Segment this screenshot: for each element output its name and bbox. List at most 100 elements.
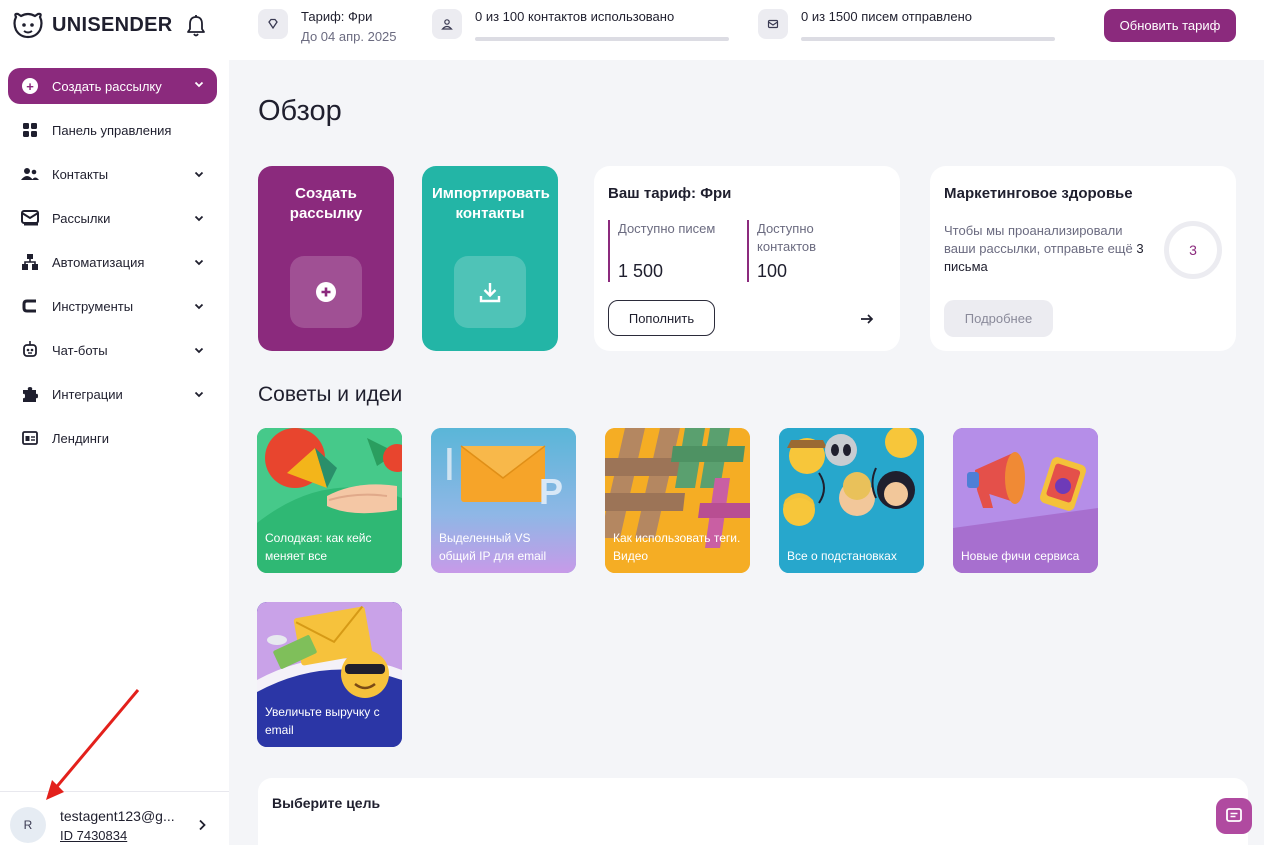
marketing-health-card: Маркетинговое здоровье Чтобы мы проанали… [930, 166, 1236, 351]
tariff-name: Тариф: Фри [301, 9, 373, 24]
contacts-usage: 0 из 100 контактов использовано [432, 9, 729, 41]
svg-text:P: P [539, 471, 563, 512]
sidebar-item-automation[interactable]: Автоматизация [8, 244, 217, 280]
chat-support-icon[interactable] [1216, 798, 1252, 834]
avatar: R [10, 807, 46, 843]
page-title: Обзор [258, 95, 342, 127]
available-emails: Доступно писем 1 500 [608, 220, 728, 282]
contacts-usage-text: 0 из 100 контактов использовано [475, 9, 675, 24]
tariff-info[interactable]: Тариф: Фри До 04 апр. 2025 [258, 9, 397, 45]
dashboard-icon [21, 121, 39, 139]
mail-icon [21, 209, 39, 227]
tip-card[interactable]: I P Выделенный VS общий IP для email [431, 428, 576, 573]
robot-icon [21, 341, 39, 359]
available-emails-value: 1 500 [618, 261, 664, 281]
sidebar-item-label: Интеграции [52, 386, 123, 402]
user-profile[interactable]: R testagent123@g... ID 7430834 [10, 805, 220, 845]
plus-icon: + [22, 78, 38, 94]
arrow-right-icon[interactable] [850, 302, 884, 336]
create-campaign-button[interactable]: + Создать рассылку [8, 68, 217, 104]
sidebar-item-campaigns[interactable]: Рассылки [8, 200, 217, 236]
chevron-down-icon [194, 303, 204, 310]
choose-goal-title: Выберите цель [272, 795, 381, 811]
tip-caption: Солодкая: как кейс меняет все [265, 531, 372, 563]
more-details-button[interactable]: Подробнее [944, 300, 1053, 337]
choose-goal-card: Выберите цель [258, 778, 1248, 845]
automation-icon [21, 253, 39, 271]
sidebar-item-integrations[interactable]: Интеграции [8, 376, 217, 412]
sidebar-item-label: Инструменты [52, 298, 134, 314]
sidebar-item-label: Автоматизация [52, 254, 145, 270]
chevron-right-icon [199, 819, 206, 831]
landing-icon [21, 429, 39, 447]
download-icon [454, 256, 526, 328]
available-contacts-label: Доступно контактов [757, 221, 817, 254]
emails-usage-text: 0 из 1500 писем отправлено [801, 9, 973, 24]
tariff-valid-until: До 04 апр. 2025 [301, 29, 397, 44]
create-campaign-card[interactable]: Создать рассылку [258, 166, 394, 351]
tip-card[interactable]: Все о подстановках [779, 428, 924, 573]
sidebar-item-label: Лендинги [52, 430, 109, 446]
health-score-ring: 3 [1164, 221, 1222, 279]
envelope-icon [758, 9, 788, 39]
import-contacts-card-label: Импортировать контакты [432, 185, 550, 222]
sidebar-item-tools[interactable]: Инструменты [8, 288, 217, 324]
top-bar: UNISENDER Тариф: Фри До 04 апр. 2025 0 и… [0, 0, 1264, 60]
available-contacts: Доступно контактов 100 [747, 220, 847, 282]
tip-caption: Новые фичи сервиса [961, 549, 1080, 563]
chevron-down-icon [194, 391, 204, 398]
sidebar-item-label: Чат-боты [52, 342, 108, 358]
tip-card[interactable]: Солодкая: как кейс меняет все [257, 428, 402, 573]
top-up-button[interactable]: Пополнить [608, 300, 715, 336]
import-contacts-card[interactable]: Импортировать контакты [422, 166, 558, 351]
emails-usage-bar [801, 37, 1055, 41]
sidebar-item-label: Рассылки [52, 210, 111, 226]
tip-caption: Увеличьте выручку с email [265, 705, 380, 737]
chevron-down-icon [194, 347, 204, 354]
sidebar: + Создать рассылку Панель управления Кон… [0, 60, 229, 845]
emails-usage: 0 из 1500 писем отправлено [758, 9, 1055, 41]
create-campaign-card-label: Создать рассылку [289, 185, 363, 222]
user-id-link[interactable]: ID 7430834 [60, 828, 175, 844]
tip-caption: Выделенный VS общий IP для email [439, 531, 547, 563]
sidebar-divider [0, 791, 229, 792]
user-icon [432, 9, 462, 39]
marketing-health-text: Чтобы мы проанализировали ваши рассылки,… [944, 222, 1144, 276]
sidebar-item-dashboard[interactable]: Панель управления [8, 112, 217, 148]
user-email: testagent123@g... [60, 807, 175, 824]
notifications-bell-icon[interactable] [186, 14, 206, 38]
tip-caption: Все о подстановках [787, 549, 897, 563]
tip-card[interactable]: Увеличьте выручку с email [257, 602, 402, 747]
svg-text:I: I [443, 438, 456, 490]
puzzle-icon [21, 385, 39, 403]
tip-card[interactable]: Новые фичи сервиса [953, 428, 1098, 573]
tip-card[interactable]: Как использовать теги. Видео [605, 428, 750, 573]
chevron-down-icon [194, 259, 204, 266]
tip-caption: Как использовать теги. Видео [613, 531, 741, 563]
tools-icon [21, 297, 39, 315]
logo-icon [13, 12, 43, 39]
chevron-down-icon [194, 81, 204, 88]
contacts-icon [21, 165, 39, 183]
sidebar-item-chatbots[interactable]: Чат-боты [8, 332, 217, 368]
plus-icon [290, 256, 362, 328]
tips-section-title: Советы и идеи [258, 383, 403, 406]
tariff-card-title: Ваш тариф: Фри [608, 185, 732, 202]
create-campaign-label: Создать рассылку [52, 78, 162, 94]
available-contacts-value: 100 [757, 261, 788, 281]
tariff-card: Ваш тариф: Фри Доступно писем 1 500 Дост… [594, 166, 900, 351]
brand-name: UNISENDER [52, 13, 173, 36]
marketing-health-text-main: Чтобы мы проанализировали ваши рассылки,… [944, 223, 1133, 256]
chevron-down-icon [194, 215, 204, 222]
brand-logo[interactable]: UNISENDER [12, 11, 173, 39]
sidebar-item-label: Контакты [52, 166, 109, 182]
marketing-health-title: Маркетинговое здоровье [944, 185, 1133, 202]
chevron-down-icon [194, 171, 204, 178]
sidebar-item-landings[interactable]: Лендинги [8, 420, 217, 456]
available-emails-label: Доступно писем [618, 221, 716, 236]
contacts-usage-bar [475, 37, 729, 41]
diamond-icon [258, 9, 288, 39]
sidebar-item-contacts[interactable]: Контакты [8, 156, 217, 192]
sidebar-item-label: Панель управления [52, 122, 172, 138]
upgrade-tariff-button[interactable]: Обновить тариф [1104, 9, 1236, 42]
